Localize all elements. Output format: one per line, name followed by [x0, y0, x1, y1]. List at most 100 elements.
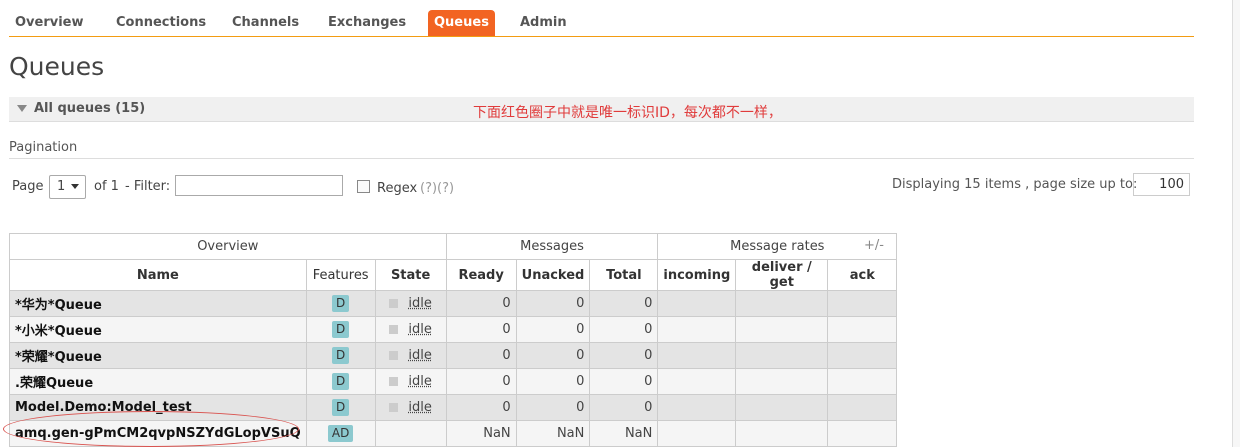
queue-name-link[interactable]: *华为*Queue	[9, 290, 307, 317]
queue-name-link[interactable]: .荣耀Queue	[9, 368, 307, 395]
ack-rate	[827, 290, 898, 317]
incoming-rate	[657, 316, 737, 343]
deliver-rate	[735, 342, 829, 369]
collapse-triangle-icon	[17, 105, 27, 112]
unacked-count: 0	[515, 290, 591, 317]
col-total[interactable]: Total	[589, 259, 659, 291]
regex-help-link[interactable]: (?)(?)	[420, 181, 454, 196]
highlight-ellipse	[3, 411, 299, 447]
state-label: idle	[408, 400, 432, 415]
top-nav: Overview Connections Channels Exchanges …	[9, 8, 1194, 37]
col-unacked[interactable]: Unacked	[515, 259, 591, 291]
ack-rate	[827, 420, 898, 447]
tab-overview[interactable]: Overview	[9, 10, 90, 36]
state-icon	[389, 351, 399, 360]
col-features: Features	[305, 259, 376, 291]
regex-checkbox[interactable]	[357, 180, 370, 193]
page-size-input[interactable]: 100	[1133, 173, 1190, 196]
ack-rate	[827, 394, 898, 421]
annotation-note: 下面红色圈子中就是唯一标识ID，每次都不一样，	[473, 105, 782, 121]
unacked-count: NaN	[515, 420, 591, 447]
regex-label: Regex	[377, 181, 418, 196]
state-label: idle	[408, 374, 432, 389]
table-row[interactable]: *华为*Queue D idle 0 0 0	[9, 290, 898, 317]
deliver-rate	[735, 394, 829, 421]
feature-badge: D	[332, 347, 350, 364]
ready-count: 0	[445, 368, 517, 395]
feature-badge: AD	[327, 425, 354, 442]
total-count: 0	[589, 394, 659, 421]
col-state[interactable]: State	[374, 259, 447, 291]
col-incoming[interactable]: incoming	[657, 259, 737, 291]
page-label: Page	[12, 179, 44, 194]
unacked-count: 0	[515, 342, 591, 369]
state-icon	[389, 325, 399, 334]
state-label: idle	[408, 322, 432, 337]
deliver-rate	[735, 368, 829, 395]
unacked-count: 0	[515, 394, 591, 421]
incoming-rate	[657, 342, 737, 369]
page-select-value: 1	[57, 179, 66, 194]
total-count: 0	[589, 342, 659, 369]
section-label: All queues (15)	[34, 101, 146, 116]
col-ready[interactable]: Ready	[445, 259, 517, 291]
pagination-label: Pagination	[9, 140, 78, 155]
group-header-rates: Message rates	[657, 233, 898, 260]
ready-count: 0	[445, 394, 517, 421]
ready-count: 0	[445, 342, 517, 369]
state-label: idle	[408, 348, 432, 363]
page-count: of 1	[94, 179, 119, 194]
queue-name-link[interactable]: *小米*Queue	[9, 316, 307, 343]
total-count: NaN	[589, 420, 659, 447]
unacked-count: 0	[515, 368, 591, 395]
deliver-rate	[735, 290, 829, 317]
incoming-rate	[657, 368, 737, 395]
tab-exchanges[interactable]: Exchanges	[322, 10, 412, 36]
divider	[9, 158, 1194, 159]
display-count-text: Displaying 15 items , page size up to:	[892, 177, 1138, 192]
group-header-messages: Messages	[445, 233, 659, 260]
tab-queues[interactable]: Queues	[428, 10, 495, 36]
state-label: idle	[408, 296, 432, 311]
unacked-count: 0	[515, 316, 591, 343]
scrollbar[interactable]	[1232, 0, 1240, 447]
incoming-rate	[657, 420, 737, 447]
page-title: Queues	[9, 52, 105, 81]
ready-count: 0	[445, 290, 517, 317]
filter-label: - Filter:	[125, 179, 171, 194]
col-name[interactable]: Name	[9, 259, 307, 291]
total-count: 0	[589, 368, 659, 395]
queue-name-link[interactable]: *荣耀*Queue	[9, 342, 307, 369]
feature-badge: D	[332, 295, 350, 312]
col-deliver-get[interactable]: deliver / get	[735, 259, 829, 291]
ready-count: NaN	[445, 420, 517, 447]
table-row[interactable]: .荣耀Queue D idle 0 0 0	[9, 368, 898, 395]
table-row[interactable]: *小米*Queue D idle 0 0 0	[9, 316, 898, 343]
col-ack[interactable]: ack	[827, 259, 898, 291]
group-header-overview: Overview	[9, 233, 447, 260]
ack-rate	[827, 368, 898, 395]
feature-badge: D	[332, 399, 350, 416]
feature-badge: D	[332, 321, 350, 338]
tab-admin[interactable]: Admin	[514, 10, 573, 36]
feature-badge: D	[332, 373, 350, 390]
state-icon	[389, 377, 399, 386]
chevron-down-icon	[71, 184, 79, 189]
state-icon	[389, 403, 399, 412]
page-select[interactable]: 1	[49, 175, 86, 199]
tab-channels[interactable]: Channels	[226, 10, 305, 36]
ready-count: 0	[445, 316, 517, 343]
ack-rate	[827, 316, 898, 343]
filter-input[interactable]	[175, 175, 343, 196]
total-count: 0	[589, 316, 659, 343]
incoming-rate	[657, 290, 737, 317]
column-toggle-link[interactable]: +/-	[864, 238, 884, 253]
incoming-rate	[657, 394, 737, 421]
deliver-rate	[735, 316, 829, 343]
ack-rate	[827, 342, 898, 369]
table-row[interactable]: *荣耀*Queue D idle 0 0 0	[9, 342, 898, 369]
state-icon	[389, 299, 399, 308]
deliver-rate	[735, 420, 829, 447]
tab-connections[interactable]: Connections	[110, 10, 212, 36]
total-count: 0	[589, 290, 659, 317]
